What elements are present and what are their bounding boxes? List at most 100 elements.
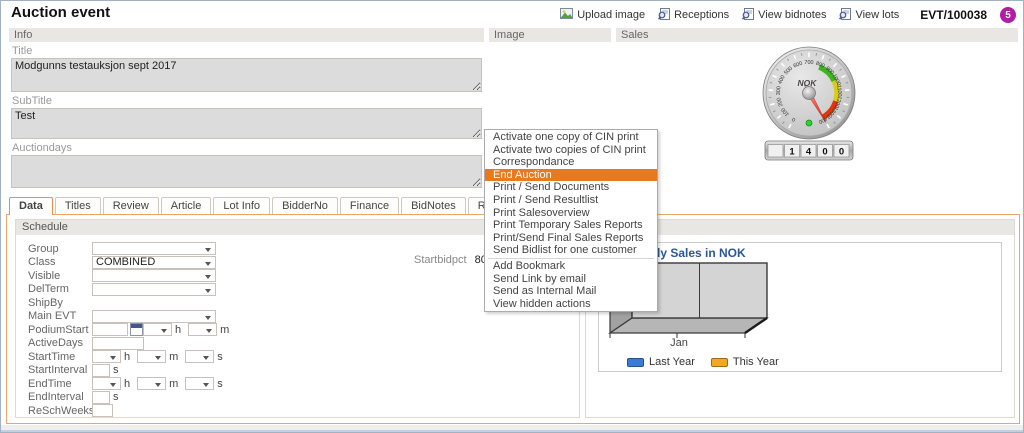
sales-gauge: 0100200300400500600700800900100011001200… [754,45,864,161]
chart-legend: Last Year This Year [627,356,779,368]
endtime-m-select[interactable] [137,377,166,390]
field-label-visible: Visible [28,270,92,282]
info-panel: Info TitleSubTitleAuctiondays [9,28,484,176]
event-code: EVT/100038 [920,8,987,22]
legend-item-this-year: This Year [711,356,779,368]
menu-item-print-send-documents[interactable]: Print / Send Documents [485,181,657,194]
schedule-row-podiumstart: PodiumStarthm [28,323,579,337]
menu-item-print-send-resultlist[interactable]: Print / Send Resultlist [485,194,657,207]
toolbar-button-upload-image[interactable]: Upload image [560,8,645,22]
field-label-reschweeks: ReSchWeeks [28,405,92,417]
schedule-row-reschweeks: ReSchWeeks [28,404,579,418]
tab-article[interactable]: Article [161,197,212,214]
unit-label-h: h [124,351,130,363]
legend-label: Last Year [649,356,695,368]
menu-item-view-hidden-actions[interactable]: View hidden actions [485,298,657,311]
menu-item-send-link-by-email[interactable]: Send Link by email [485,273,657,286]
toolbar-button-receptions[interactable]: Receptions [658,8,729,23]
field-label-group: Group [28,243,92,255]
field-label-activedays: ActiveDays [28,337,92,349]
menu-item-activate-one-copy-of-cin-print[interactable]: Activate one copy of CIN print [485,131,657,144]
legend-label: This Year [733,356,779,368]
legend-swatch-last-year [627,358,644,367]
unit-label-s: s [217,378,223,390]
main-evt-select[interactable] [92,310,216,323]
menu-item-correspondance[interactable]: Correspondance [485,156,657,169]
schedule-row-starttime: StartTimehms [28,350,579,364]
field-label-shipby: ShipBy [28,297,92,309]
podiumstart-m-select[interactable] [188,323,217,336]
info-field-subtitle-textarea[interactable] [11,108,482,139]
endtime-s-select[interactable] [185,377,214,390]
info-field-title-textarea[interactable] [11,58,482,92]
count-badge[interactable]: 5 [1000,7,1016,23]
menu-item-send-bidlist-for-one-customer[interactable]: Send Bidlist for one customer [485,244,657,257]
startinterval-input[interactable] [92,364,110,377]
podiumstart-h-select[interactable] [143,323,172,336]
info-field-label-title: Title [12,45,484,57]
field-label-startinterval: StartInterval [28,364,92,376]
field-label-main-evt: Main EVT [28,310,92,322]
search-doc-icon [839,8,851,23]
toolbar-button-view-bidnotes[interactable]: View bidnotes [742,8,826,23]
menu-item-send-as-internal-mail[interactable]: Send as Internal Mail [485,285,657,298]
image-panel-header: Image [489,28,611,42]
field-label-endtime: EndTime [28,378,92,390]
endinterval-input[interactable] [92,391,110,404]
tab-titles[interactable]: Titles [55,197,101,214]
unit-label-m: m [169,378,178,390]
svg-text:1: 1 [789,147,795,158]
field-label-starttime: StartTime [28,351,92,363]
field-label-delterm: DelTerm [28,283,92,295]
legend-item-last-year: Last Year [627,356,695,368]
menu-item-add-bookmark[interactable]: Add Bookmark [485,260,657,273]
gauge-green-indicator [806,120,812,126]
starttime-m-select[interactable] [137,350,166,363]
gauge-odometer: 1400 [765,141,853,160]
menu-item-print-temporary-sales-reports[interactable]: Print Temporary Sales Reports [485,219,657,232]
search-doc-icon [742,8,754,23]
group-select[interactable] [92,242,216,255]
menu-item-print-send-final-sales-reports[interactable]: Print/Send Final Sales Reports [485,232,657,245]
activedays-input[interactable] [92,337,144,350]
category-label: Jan [649,337,709,349]
info-field-auctiondays-textarea[interactable] [11,155,482,188]
endtime-h-select[interactable] [92,377,121,390]
info-panel-body: TitleSubTitleAuctiondays [9,45,484,188]
context-menu: Activate one copy of CIN printActivate t… [484,129,658,312]
unit-label-h: h [175,324,181,336]
visible-select[interactable] [92,269,216,282]
menu-item-print-salesoverview[interactable]: Print Salesoverview [485,207,657,220]
starttime-h-select[interactable] [92,350,121,363]
tab-data[interactable]: Data [9,197,53,215]
schedule-row-endinterval: EndIntervals [28,391,579,405]
toolbar-button-view-lots[interactable]: View lots [839,8,899,23]
unit-label-m: m [169,351,178,363]
toolbar-button-label: View bidnotes [758,9,826,21]
unit-label-s: s [113,364,119,376]
tab-review[interactable]: Review [103,197,159,214]
calendar-button[interactable] [130,323,143,336]
legend-swatch-this-year [711,358,728,367]
tab-lot-info[interactable]: Lot Info [213,197,270,214]
svg-text:0: 0 [822,147,827,158]
toolbar-button-label: Upload image [577,9,645,21]
delterm-select[interactable] [92,283,216,296]
application-window: Auction event Upload imageReceptionsView… [0,0,1024,433]
tab-bidnotes[interactable]: BidNotes [401,197,466,214]
podiumstart-date-input[interactable] [92,323,128,336]
window-bottom-edge [1,430,1023,432]
class-select[interactable]: COMBINED [92,256,216,269]
starttime-s-select[interactable] [185,350,214,363]
tab-finance[interactable]: Finance [340,197,399,214]
tab-bidderno[interactable]: BidderNo [272,197,338,214]
schedule-row-endtime: EndTimehms [28,377,579,391]
menu-separator [488,258,654,259]
schedule-row-startinterval: StartInterval s [28,364,579,378]
unit-label-m: m [220,324,229,336]
field-label-class: Class [28,256,92,268]
reschweeks-input[interactable] [92,404,113,417]
menu-item-end-auction[interactable]: End Auction [485,169,657,182]
menu-item-activate-two-copies-of-cin-print[interactable]: Activate two copies of CIN print [485,144,657,157]
monthly-sales-chart: Monthly Sales in NOK Jan Last YearThis Y… [598,242,1002,372]
